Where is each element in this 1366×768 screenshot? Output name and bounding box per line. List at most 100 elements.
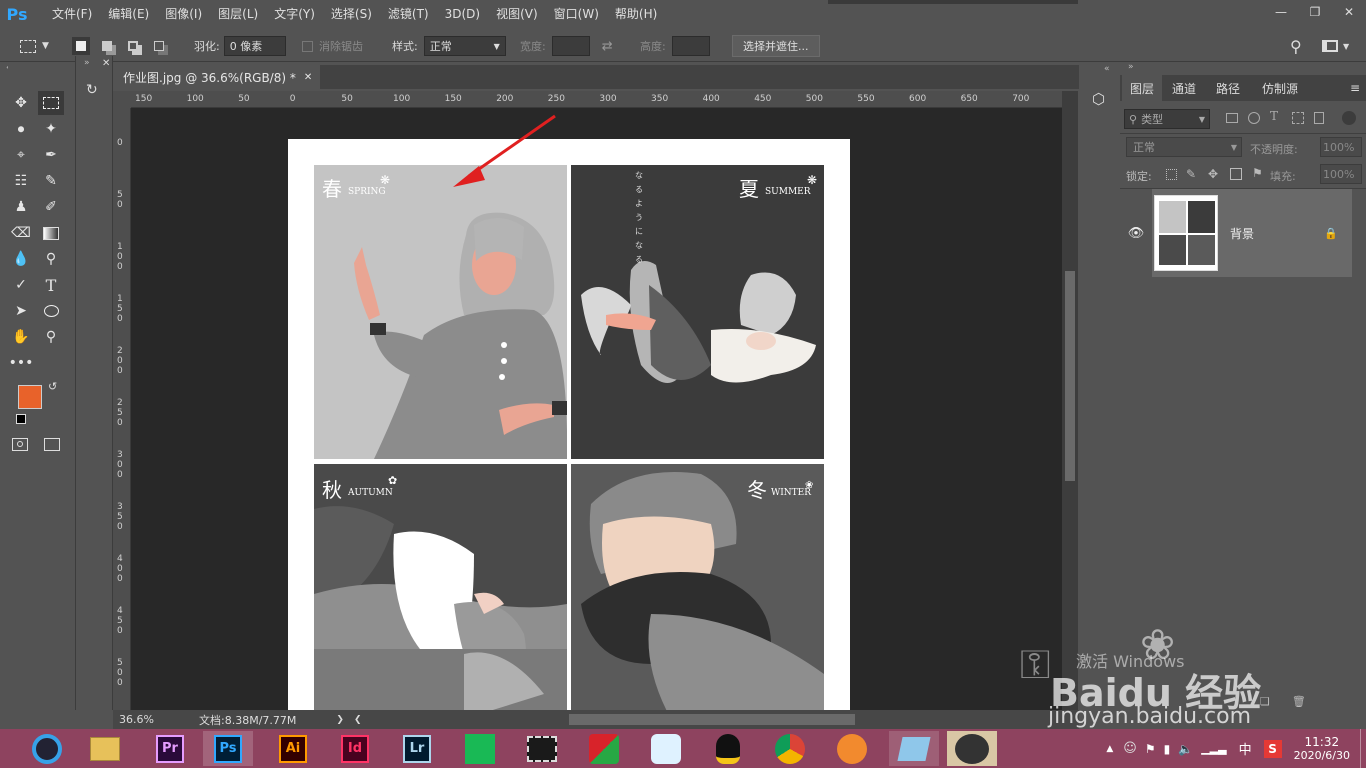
opacity-input[interactable]: 100%	[1320, 137, 1362, 157]
taskbar-illustrator[interactable]: Ai	[268, 731, 318, 766]
volume-icon[interactable]: 🔈	[1178, 742, 1193, 756]
taskbar-app-orange[interactable]	[827, 731, 877, 766]
vertical-ruler[interactable]: 0 50 100 150 200 250 300 350 400 450 500	[113, 108, 131, 710]
screen-mode-icon[interactable]	[44, 438, 60, 451]
clock[interactable]: 11:32 2020/6/30	[1294, 735, 1350, 762]
taskbar-app-redgreen[interactable]	[579, 731, 629, 766]
width-input[interactable]	[551, 36, 590, 56]
taskbar-lightroom[interactable]: Lr	[392, 731, 442, 766]
crop-tool-icon[interactable]: ⌖	[8, 143, 34, 167]
qq-tray-icon[interactable]: ☺	[1123, 741, 1137, 756]
menu-image[interactable]: 图像(I)	[157, 0, 210, 28]
filter-pixel-icon[interactable]	[1226, 113, 1238, 123]
tray-expand-icon[interactable]: ▲	[1106, 744, 1113, 754]
ruler-origin[interactable]	[113, 91, 131, 108]
history-brush-icon[interactable]: ✐	[38, 195, 64, 219]
taskbar-app-notes[interactable]	[889, 731, 939, 766]
magic-wand-icon[interactable]: ✦	[38, 117, 64, 141]
swap-colors-icon[interactable]: ↺	[48, 380, 57, 393]
eraser-tool-icon[interactable]: ⌫	[8, 221, 34, 245]
filter-smart-object-icon[interactable]	[1314, 112, 1324, 124]
collapse-icon[interactable]: »	[84, 58, 90, 68]
close-icon[interactable]: ✕	[102, 58, 110, 69]
path-selection-icon[interactable]: ➤	[8, 299, 34, 323]
lock-position-icon[interactable]: ✥	[1208, 167, 1218, 181]
lasso-tool-icon[interactable]: ⦁	[8, 117, 34, 141]
close-icon[interactable]: ✕	[304, 72, 312, 83]
taskbar-chrome[interactable]	[765, 731, 815, 766]
foreground-color-swatch[interactable]	[18, 385, 42, 409]
close-button[interactable]: ✕	[1332, 0, 1366, 24]
expand-icon[interactable]: »	[1128, 62, 1134, 72]
battery-icon[interactable]: ▮	[1164, 742, 1171, 756]
network-icon[interactable]: ▁▂▃	[1201, 742, 1226, 755]
intersect-selection-icon[interactable]	[150, 37, 168, 55]
taskbar-app-green[interactable]	[455, 731, 505, 766]
move-tool-icon[interactable]: ✥	[8, 91, 34, 115]
search-icon[interactable]: ⚲	[1290, 37, 1302, 56]
lock-all-icon[interactable]: ⚑	[1252, 166, 1263, 180]
stamp-tool-icon[interactable]: ♟	[8, 195, 34, 219]
collapse-icon[interactable]: «	[1104, 64, 1110, 74]
menu-edit[interactable]: 编辑(E)	[100, 0, 157, 28]
menu-select[interactable]: 选择(S)	[323, 0, 380, 28]
menu-file[interactable]: 文件(F)	[44, 0, 100, 28]
healing-brush-icon[interactable]: ☷	[8, 169, 34, 193]
filter-shape-icon[interactable]	[1292, 112, 1304, 124]
filter-toggle[interactable]	[1342, 111, 1356, 125]
chevron-right-icon[interactable]: ❯	[336, 715, 344, 725]
pen-tool-icon[interactable]: ✓	[8, 273, 34, 297]
feather-input[interactable]: 0 像素	[223, 36, 286, 56]
subtract-selection-icon[interactable]	[124, 37, 142, 55]
horizontal-ruler[interactable]: 150 100 50 0 50 100 150 200 250 300 350 400 450 500 55…	[131, 91, 1062, 108]
lock-artboard-icon[interactable]	[1230, 168, 1242, 180]
taskbar-photoshop[interactable]: Ps	[203, 731, 253, 766]
new-selection-icon[interactable]	[72, 37, 90, 55]
layer-row[interactable]: 👁 背景 🔒	[1120, 189, 1366, 277]
restore-button[interactable]: ❐	[1298, 0, 1332, 24]
fill-input[interactable]: 100%	[1320, 164, 1362, 184]
blur-tool-icon[interactable]: 💧	[8, 247, 34, 271]
default-colors-icon[interactable]	[16, 414, 26, 424]
sogou-icon[interactable]: S	[1263, 739, 1282, 758]
start-button[interactable]	[22, 731, 72, 766]
flag-icon[interactable]: ⚑	[1145, 742, 1156, 756]
canvas-area[interactable]: 春 SPRING ❋ 夏 SUMMER ❋ なるようになる 秋 AUTUMN ✿…	[131, 108, 1062, 710]
menu-layer[interactable]: 图层(L)	[210, 0, 266, 28]
select-and-mask-button[interactable]: 选择并遮住...	[732, 35, 820, 57]
style-select[interactable]: 正常 ▼	[423, 36, 506, 56]
horizontal-scroll-thumb[interactable]	[569, 714, 855, 725]
ime-indicator[interactable]: 中	[1239, 739, 1252, 758]
layer-filter-select[interactable]: ⚲ 类型 ▼	[1124, 109, 1210, 129]
eye-visibility-icon[interactable]: 👁	[1120, 189, 1152, 277]
taskbar-video-editor[interactable]	[517, 731, 567, 766]
marquee-preset[interactable]: ▼	[20, 30, 49, 62]
workspace-icon[interactable]	[1322, 40, 1338, 52]
zoom-level[interactable]: 36.6%	[113, 713, 161, 726]
vertical-scrollbar[interactable]	[1062, 91, 1078, 710]
taskbar-premiere[interactable]: Pr	[145, 731, 195, 766]
gradient-tool-icon[interactable]	[38, 221, 64, 245]
taskbar-indesign[interactable]: Id	[330, 731, 380, 766]
menu-type[interactable]: 文字(Y)	[266, 0, 323, 28]
menu-view[interactable]: 视图(V)	[488, 0, 546, 28]
taskbar-app-thumbnail[interactable]	[947, 731, 997, 766]
marquee-tool-icon[interactable]	[38, 91, 64, 115]
menu-window[interactable]: 窗口(W)	[546, 0, 607, 28]
more-tools-icon[interactable]: •••	[8, 351, 34, 375]
panel-menu-icon[interactable]: ≡	[1350, 81, 1360, 95]
chevron-left-icon[interactable]: ❮	[354, 715, 362, 725]
taskbar-file-explorer[interactable]	[80, 731, 130, 766]
tab-layers[interactable]: 图层	[1122, 75, 1163, 101]
quick-mask-icon[interactable]	[12, 438, 28, 451]
taskbar-qq[interactable]	[703, 731, 753, 766]
document-tab[interactable]: 作业图.jpg @ 36.6%(RGB/8) * ✕	[113, 65, 321, 89]
type-tool-icon[interactable]: T	[38, 273, 64, 297]
menu-3d[interactable]: 3D(D)	[437, 0, 488, 28]
add-selection-icon[interactable]	[98, 37, 116, 55]
dodge-tool-icon[interactable]: ⚲	[38, 247, 64, 271]
3d-cube-icon[interactable]: ⬡	[1092, 90, 1110, 108]
height-input[interactable]	[671, 36, 710, 56]
menu-help[interactable]: 帮助(H)	[607, 0, 665, 28]
tab-paths[interactable]: 路径	[1208, 75, 1248, 101]
